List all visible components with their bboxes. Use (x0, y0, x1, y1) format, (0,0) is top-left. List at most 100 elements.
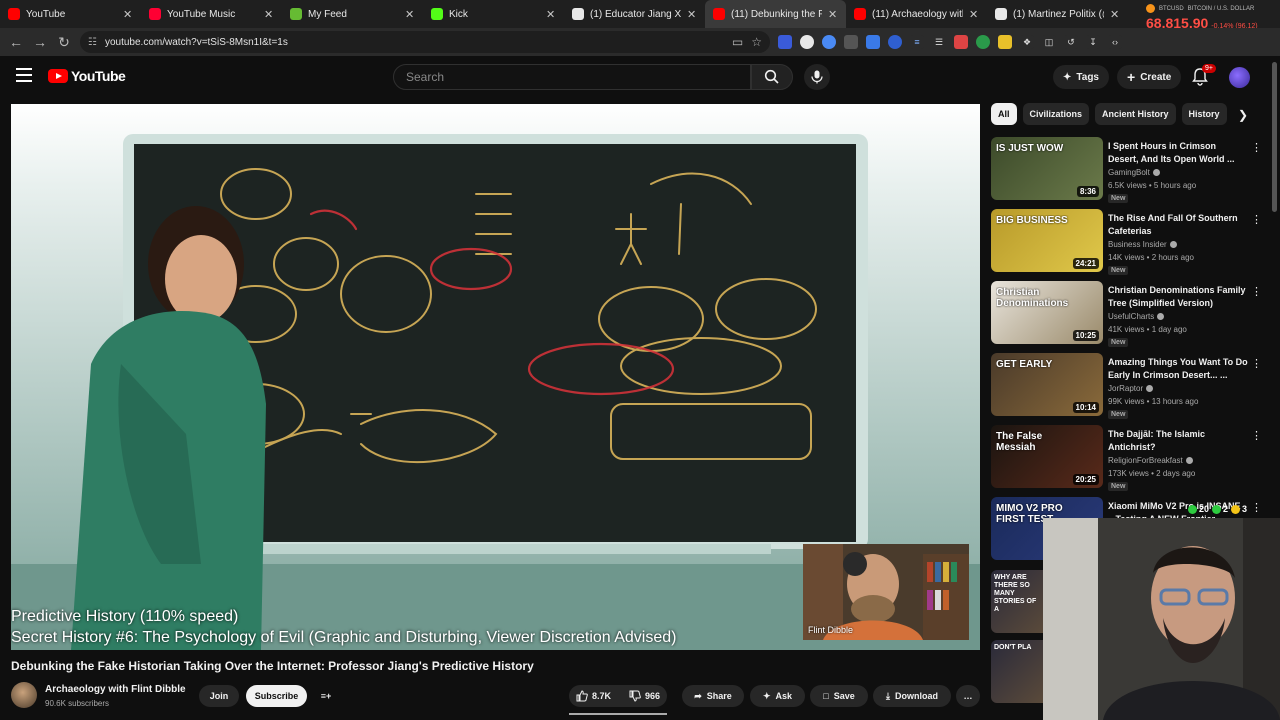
extension-icon[interactable] (844, 35, 858, 49)
recommendation-channel[interactable]: JorRaptor (1108, 384, 1154, 393)
dislike-button[interactable]: 966 (629, 690, 660, 702)
history-icon[interactable]: ↺ (1064, 35, 1078, 49)
browser-tab[interactable]: YouTube ✕ (0, 0, 141, 28)
voice-search-button[interactable] (804, 64, 830, 90)
like-button[interactable]: 8.7K (576, 690, 611, 702)
extension-icon[interactable] (778, 35, 792, 49)
tab-close-icon[interactable]: ✕ (969, 8, 979, 21)
extension-icon[interactable]: ☰ (932, 35, 946, 49)
tab-close-icon[interactable]: ✕ (828, 8, 838, 21)
browser-tab[interactable]: (1) Educator Jiang Xueqin ✕ (564, 0, 705, 28)
recommendation-item[interactable]: GET EARLY 10:14 Amazing Things You Want To… (991, 353, 1262, 419)
ask-button[interactable]: ✦ Ask (750, 685, 805, 707)
back-arrow-icon[interactable]: ← (4, 30, 28, 54)
thumbnail-text: GET EARLY (996, 359, 1053, 370)
recommendation-thumbnail[interactable]: GET EARLY 10:14 (991, 353, 1103, 416)
recommendation-title[interactable]: The Rise And Fall Of Southern Cafeterias (1108, 212, 1248, 238)
filter-chip[interactable]: History (1181, 103, 1227, 125)
forward-arrow-icon[interactable]: → (28, 30, 52, 54)
search-button[interactable] (751, 64, 793, 90)
extension-icon[interactable] (998, 35, 1012, 49)
recommendation-title[interactable]: Christian Denominations Family Tree (Sim… (1108, 284, 1248, 310)
filter-chip[interactable]: Ancient History (1095, 103, 1176, 125)
create-button[interactable]: + Create (1117, 65, 1182, 89)
tab-close-icon[interactable]: ✕ (546, 8, 556, 21)
chevron-right-icon[interactable]: ❯ (1238, 108, 1248, 122)
recommendation-thumbnail[interactable]: Christian Denominations 10:25 (991, 281, 1103, 344)
recommendation-thumbnail[interactable]: The False Messiah 20:25 (991, 425, 1103, 488)
more-actions-icon[interactable]: … (956, 685, 980, 707)
recommendation-item[interactable]: BIG BUSINESS 24:21 The Rise And Fall Of So… (991, 209, 1262, 275)
more-options-icon[interactable]: ⋮ (1251, 501, 1262, 514)
recommendation-thumbnail[interactable]: DON'T PLA (991, 640, 1043, 703)
recommendation-title[interactable]: I Spent Hours in Crimson Desert, And Its… (1108, 140, 1248, 166)
channel-avatar[interactable] (11, 682, 37, 708)
overlay-caption-secondary: Secret History #6: The Psychology of Evi… (11, 629, 677, 646)
filter-chip[interactable]: Civilizations (1022, 103, 1090, 125)
download-button[interactable]: ⤓ Download (873, 685, 951, 707)
recommendation-title[interactable]: Amazing Things You Want To Do Early In C… (1108, 356, 1248, 382)
site-info-icon[interactable]: ☷ (88, 37, 97, 48)
video-player[interactable]: Predictive History (110% speed) Secret H… (11, 104, 980, 650)
scrollbar[interactable] (1272, 62, 1277, 212)
tab-close-icon[interactable]: ✕ (405, 8, 415, 21)
channel-name[interactable]: Archaeology with Flint Dibble (45, 684, 186, 695)
devtools-icon[interactable]: ‹› (1108, 35, 1122, 49)
youtube-logo[interactable]: YouTube (48, 68, 126, 84)
recommendation-title[interactable]: The Dajjāl: The Islamic Antichrist? (1108, 428, 1248, 454)
extension-icon[interactable]: ≡ (910, 35, 924, 49)
recommendation-thumbnail[interactable]: BIG BUSINESS 24:21 (991, 209, 1103, 272)
recommendation-channel[interactable]: ReligionForBreakfast (1108, 456, 1193, 465)
recommendation-channel[interactable]: UsefulCharts (1108, 312, 1165, 321)
save-button[interactable]: □ Save (810, 685, 868, 707)
more-options-icon[interactable]: ⋮ (1251, 429, 1262, 442)
more-options-icon[interactable]: ⋮ (1251, 213, 1262, 226)
tab-close-icon[interactable]: ✕ (687, 8, 697, 21)
search-input[interactable] (406, 70, 750, 84)
recommendation-thumbnail[interactable]: WHY ARE THERE SO MANY STORIES OF A (991, 570, 1043, 633)
join-button[interactable]: Join (199, 685, 239, 707)
video-duration: 24:21 (1072, 258, 1099, 269)
recommendation-item[interactable]: The False Messiah 20:25 The Dajjāl: The Is… (991, 425, 1262, 491)
extension-icon[interactable] (954, 35, 968, 49)
extension-icon[interactable] (976, 35, 990, 49)
recommendation-item[interactable]: Christian Denominations 10:25 Christian De… (991, 281, 1262, 347)
hamburger-menu-icon[interactable] (16, 68, 32, 82)
cast-icon[interactable]: ▭ (732, 35, 743, 49)
extension-icon[interactable] (866, 35, 880, 49)
reload-icon[interactable]: ↻ (52, 30, 76, 54)
browser-tab[interactable]: My Feed ✕ (282, 0, 423, 28)
recommendation-channel[interactable]: GamingBolt (1108, 168, 1160, 177)
subscribe-button[interactable]: Subscribe (246, 685, 307, 707)
more-options-icon[interactable]: ⋮ (1251, 285, 1262, 298)
tab-label: (11) Archaeology with Flin (872, 8, 963, 20)
tab-close-icon[interactable]: ✕ (123, 8, 133, 21)
share-button[interactable]: ➦ Share (682, 685, 744, 707)
recommendation-thumbnail[interactable]: IS JUST WOW 8:36 (991, 137, 1103, 200)
extension-icon[interactable] (800, 35, 814, 49)
puzzle-icon[interactable]: ❖ (1020, 35, 1034, 49)
browser-tab[interactable]: (11) Archaeology with Flin ✕ (846, 0, 987, 28)
tags-button[interactable]: ✦ Tags (1053, 65, 1109, 89)
playlist-add-icon[interactable]: ≡+ (315, 685, 337, 707)
more-options-icon[interactable]: ⋮ (1251, 141, 1262, 154)
browser-tab[interactable]: YouTube Music ✕ (141, 0, 282, 28)
filter-chip[interactable]: All (991, 103, 1017, 125)
join-label: Join (209, 691, 229, 701)
more-options-icon[interactable]: ⋮ (1251, 357, 1262, 370)
browser-tab[interactable]: Kick ✕ (423, 0, 564, 28)
account-avatar[interactable] (1229, 67, 1250, 88)
address-bar[interactable]: ☷ youtube.com/watch?v=tSiS-8Msn1I&t=1s ▭… (80, 31, 770, 53)
download-icon[interactable]: ↧ (1086, 35, 1100, 49)
tab-close-icon[interactable]: ✕ (264, 8, 274, 21)
extension-icon[interactable] (822, 35, 836, 49)
recommendation-channel[interactable]: Business Insider (1108, 240, 1177, 249)
split-icon[interactable]: ◫ (1042, 35, 1056, 49)
extension-icon[interactable] (888, 35, 902, 49)
browser-tab[interactable]: (1) Martinez Politix (@mar ✕ (987, 0, 1128, 28)
video-duration: 20:25 (1072, 474, 1099, 485)
recommendation-item[interactable]: IS JUST WOW 8:36 I Spent Hours in Crimson … (991, 137, 1262, 203)
bookmark-star-icon[interactable]: ☆ (751, 35, 762, 49)
tab-close-icon[interactable]: ✕ (1110, 8, 1120, 21)
browser-tab[interactable]: (11) Debunking the Fa ✕ (705, 0, 846, 28)
